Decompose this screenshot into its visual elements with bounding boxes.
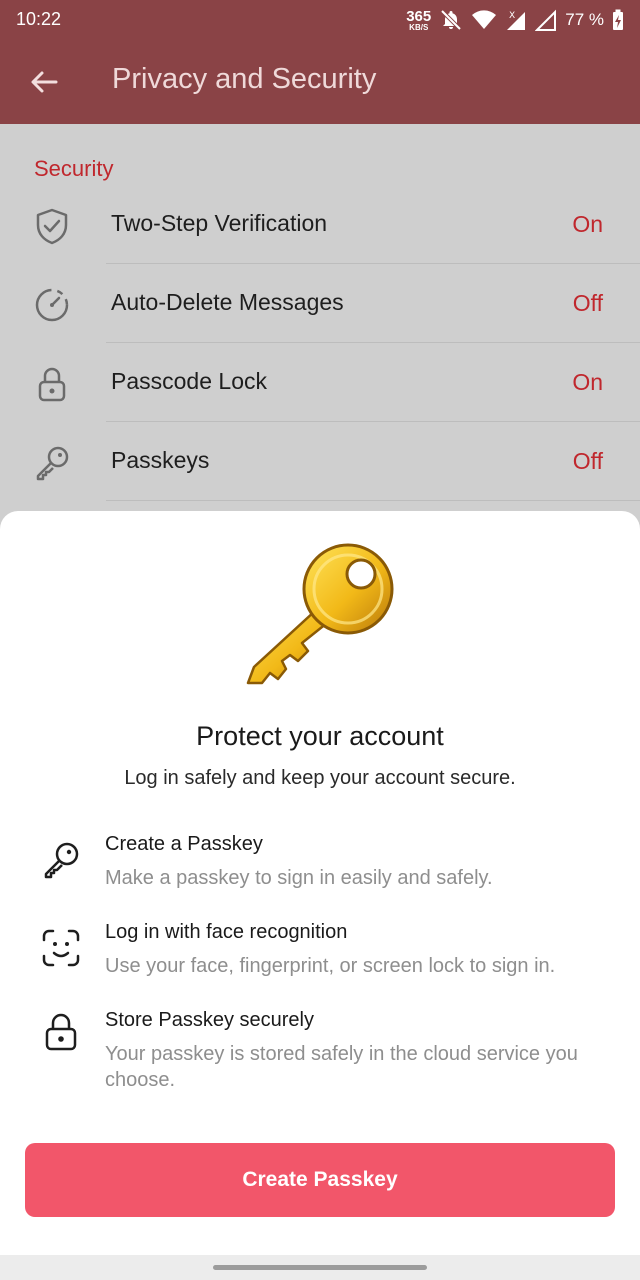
row-status: On — [572, 211, 603, 237]
feature-description: Make a passkey to sign in easily and saf… — [105, 867, 493, 889]
system-nav-bar — [0, 1255, 640, 1280]
key-icon — [36, 446, 69, 481]
battery-charging-icon — [613, 9, 623, 30]
golden-key-icon — [246, 543, 394, 685]
feature-description: Use your face, fingerprint, or screen lo… — [105, 955, 556, 977]
row-status: On — [572, 369, 603, 395]
create-passkey-button[interactable]: Create Passkey — [25, 1143, 615, 1217]
divider — [106, 263, 640, 264]
timer-icon — [35, 288, 69, 322]
row-label: Passkeys — [111, 447, 210, 473]
security-settings: Security Two-Step Verification On Auto-D… — [0, 124, 640, 524]
passkey-bottom-sheet: Protect your account Log in safely and k… — [0, 511, 640, 1255]
divider — [106, 342, 640, 343]
feature-title: Create a Passkey — [105, 833, 263, 855]
row-label: Auto-Delete Messages — [111, 289, 344, 315]
shield-check-icon — [36, 208, 68, 245]
arrow-left-icon[interactable] — [26, 64, 62, 100]
row-status: Off — [572, 290, 603, 316]
home-gesture-pill[interactable] — [213, 1265, 427, 1270]
sheet-title: Protect your account — [196, 721, 444, 751]
app-bar: Privacy and Security — [0, 40, 640, 124]
battery-percent: 77 % — [565, 10, 604, 29]
section-title: Security — [34, 156, 114, 181]
row-label: Two-Step Verification — [111, 210, 328, 236]
status-bar: 10:22 365 KB/S X 77 % — [0, 0, 640, 40]
network-speed: 365 KB/S — [406, 9, 431, 32]
row-auto-delete-messages[interactable]: Auto-Delete Messages Off — [0, 265, 640, 343]
cell-signal-x-icon: X — [507, 11, 526, 30]
row-passkeys[interactable]: Passkeys Off — [0, 423, 640, 501]
row-label: Passcode Lock — [111, 368, 267, 394]
divider — [106, 500, 640, 501]
bell-off-icon — [440, 9, 462, 31]
lock-icon — [38, 367, 66, 402]
network-speed-unit: KB/S — [409, 22, 429, 32]
lock-icon — [45, 1013, 77, 1051]
svg-text:X: X — [509, 11, 515, 21]
row-passcode-lock[interactable]: Passcode Lock On — [0, 344, 640, 422]
feature-title: Store Passkey securely — [105, 1009, 314, 1031]
divider — [106, 421, 640, 422]
feature-title: Log in with face recognition — [105, 921, 348, 943]
network-speed-value: 365 — [406, 7, 432, 25]
feature-description: Your passkey is stored safely in the clo… — [105, 1043, 578, 1091]
wifi-icon — [472, 10, 497, 29]
sheet-subtitle: Log in safely and keep your account secu… — [124, 767, 516, 789]
cell-signal-icon — [535, 9, 557, 31]
status-time: 10:22 — [16, 9, 62, 29]
key-icon — [44, 842, 79, 879]
face-scan-icon — [42, 929, 80, 967]
status-icons: 365 KB/S X 77 % — [406, 6, 624, 34]
page-title: Privacy and Security — [112, 63, 377, 95]
row-two-step-verification[interactable]: Two-Step Verification On — [0, 186, 640, 264]
row-status: Off — [572, 448, 603, 474]
